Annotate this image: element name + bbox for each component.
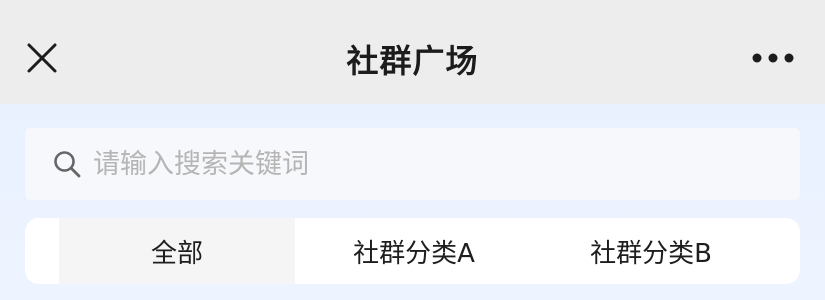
search-icon: [51, 148, 83, 180]
search-bar[interactable]: [25, 128, 800, 200]
more-button[interactable]: [749, 42, 797, 74]
tab-all[interactable]: 全部: [59, 218, 295, 284]
category-tabs: 全部 社群分类A 社群分类B: [25, 218, 800, 284]
search-input[interactable]: [93, 134, 733, 194]
tabs-left-padding: [25, 218, 59, 284]
close-icon: [27, 43, 57, 73]
tab-category-a[interactable]: 社群分类A: [295, 218, 533, 284]
main-content: 全部 社群分类A 社群分类B: [0, 104, 825, 300]
page-title: 社群广场: [346, 42, 479, 80]
top-navigation-bar: 社群广场: [0, 0, 825, 104]
close-button[interactable]: [22, 38, 62, 78]
tab-category-b[interactable]: 社群分类B: [533, 218, 769, 284]
more-horizontal-icon: [752, 53, 794, 63]
